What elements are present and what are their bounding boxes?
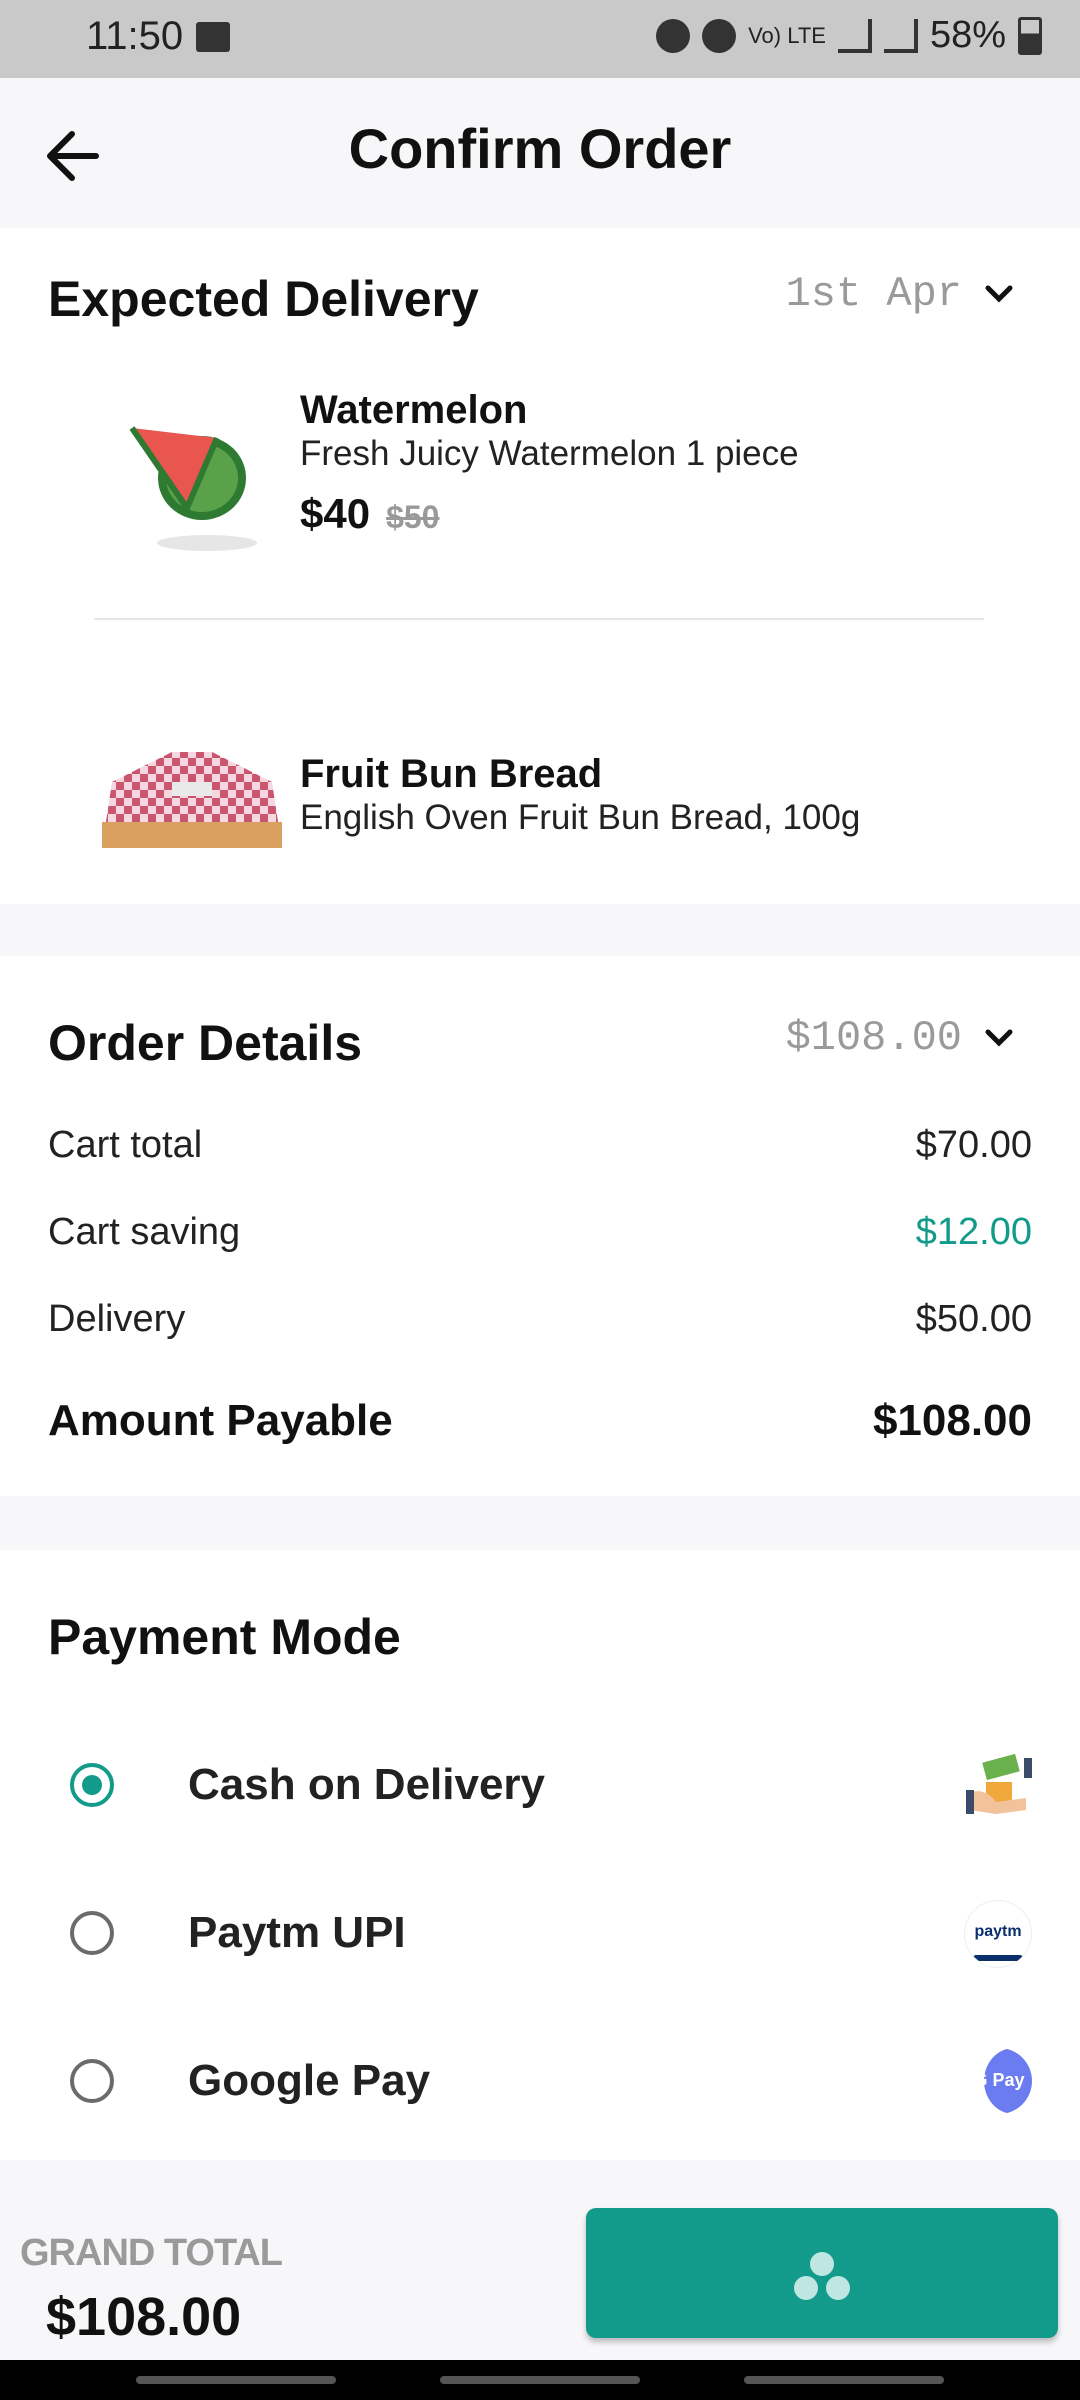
grand-total-label: GRAND TOTAL — [20, 2232, 283, 2274]
order-total-dropdown[interactable]: $108.00 — [786, 1014, 1016, 1062]
mute-icon — [702, 18, 737, 53]
image-notification-icon — [196, 22, 230, 52]
grand-total-value: $108.00 — [46, 2287, 242, 2347]
status-icons: Vo) LTE 58% — [656, 14, 1042, 57]
payment-option-cod[interactable]: Cash on Delivery — [0, 1720, 1080, 1850]
order-details-card: Order Details $108.00 Cart total $70.00 … — [0, 956, 1080, 1496]
battery-icon — [1018, 16, 1042, 55]
product-mrp: $50 — [386, 499, 440, 535]
nav-recent[interactable] — [136, 2376, 336, 2384]
chevron-down-icon — [985, 1029, 1013, 1047]
gpay-icon: G Pay — [966, 2048, 1032, 2114]
order-total-summary: $108.00 — [785, 1014, 962, 1062]
radio-button[interactable] — [70, 1911, 114, 1955]
page-title: Confirm Order — [348, 117, 732, 180]
product-price: $40 — [300, 490, 371, 537]
delivery-label: Delivery — [48, 1298, 186, 1340]
payment-option-paytm[interactable]: Paytm UPI paytm — [0, 1868, 1080, 1998]
signal-icon — [837, 18, 872, 53]
loading-spinner-icon — [586, 2208, 1058, 2338]
expected-delivery-card: Expected Delivery 1st Apr Watermelon Fre… — [0, 228, 1080, 904]
product-price-row: $40 $50 — [300, 490, 439, 538]
nav-home[interactable] — [440, 2376, 640, 2384]
payment-mode-card: Payment Mode Cash on Delivery Paytm UPI … — [0, 1550, 1080, 2160]
bottom-checkout-bar: GRAND TOTAL $108.00 — [0, 2160, 1080, 2360]
place-order-button[interactable] — [586, 2208, 1058, 2338]
battery-percent: 58% — [929, 14, 1006, 56]
alarm-icon — [656, 18, 691, 53]
network-type: Vo) LTE — [748, 22, 826, 48]
nav-back[interactable] — [744, 2376, 944, 2384]
product-name: Fruit Bun Bread — [300, 752, 603, 796]
payment-option-label: Google Pay — [188, 2056, 431, 2105]
cart-total-label: Cart total — [48, 1124, 203, 1166]
delivery-date: 1st Apr — [785, 270, 962, 318]
product-description: Fresh Juicy Watermelon 1 piece — [300, 434, 799, 473]
status-time: 11:50 — [86, 14, 184, 58]
cart-saving-value: $12.00 — [915, 1211, 1032, 1253]
payment-option-label: Cash on Delivery — [188, 1760, 546, 1809]
delivery-value: $50.00 — [915, 1298, 1032, 1340]
radio-button-selected[interactable] — [70, 1763, 114, 1807]
product-name: Watermelon — [300, 388, 528, 432]
payment-option-gpay[interactable]: Google Pay G Pay — [0, 2016, 1080, 2146]
amount-payable-label: Amount Payable — [48, 1396, 393, 1445]
system-navigation-bar — [0, 2360, 1080, 2400]
signal-icon-2 — [883, 18, 918, 53]
paytm-logo-text: paytm — [974, 1923, 1022, 1940]
payment-option-label: Paytm UPI — [188, 1908, 406, 1957]
product-description: English Oven Fruit Bun Bread, 100g — [300, 798, 861, 837]
paytm-icon: paytm — [964, 1900, 1032, 1968]
status-bar: 11:50 Vo) LTE 58% — [0, 0, 1080, 78]
section-title-order: Order Details — [48, 1015, 363, 1071]
section-title-delivery: Expected Delivery — [48, 271, 479, 327]
section-title-payment: Payment Mode — [48, 1609, 401, 1665]
product-image-bread — [92, 742, 292, 848]
gpay-logo-text: G Pay — [973, 2070, 1025, 2090]
product-image-watermelon — [92, 368, 292, 558]
cash-icon — [966, 1752, 1032, 1818]
cart-total-value: $70.00 — [915, 1124, 1032, 1166]
chevron-down-icon — [985, 285, 1013, 303]
cart-saving-label: Cart saving — [48, 1211, 241, 1253]
item-divider — [94, 618, 984, 620]
radio-button[interactable] — [70, 2059, 114, 2103]
delivery-date-dropdown[interactable]: 1st Apr — [786, 270, 1016, 318]
app-header: Confirm Order — [0, 78, 1080, 228]
amount-payable-value: $108.00 — [872, 1396, 1032, 1445]
